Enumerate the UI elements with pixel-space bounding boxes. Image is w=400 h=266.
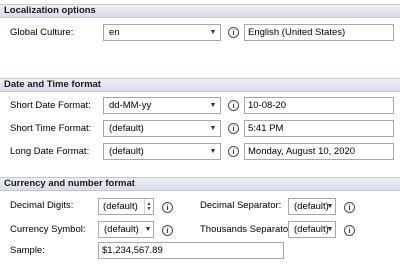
sample-label: Sample: — [10, 245, 45, 256]
info-icon[interactable]: i — [228, 123, 239, 134]
global-culture-dropdown[interactable]: en ▼ — [103, 24, 221, 41]
short-time-label: Short Time Format: — [10, 123, 92, 134]
short-date-sample: 10-08-20 — [244, 97, 394, 114]
currency-symbol-value: (default) — [104, 224, 139, 235]
info-icon[interactable]: i — [228, 146, 239, 157]
chevron-down-icon: ▼ — [144, 226, 152, 233]
decimal-digits-label: Decimal Digits: — [10, 200, 74, 211]
section-header-datetime: Date and Time format — [0, 78, 400, 92]
thousands-separator-label: Thousands Separator: — [200, 224, 295, 235]
long-date-label: Long Date Format: — [10, 146, 90, 157]
short-time-sample: 5:41 PM — [244, 120, 394, 137]
sample-value: $1,234,567.89 — [98, 242, 284, 259]
info-icon[interactable]: i — [344, 202, 355, 213]
spin-buttons[interactable]: ▲ ▼ — [144, 199, 153, 214]
decimal-separator-value: (default) — [294, 201, 329, 212]
thousands-separator-value: (default) — [294, 224, 329, 235]
decimal-digits-stepper[interactable]: (default) ▲ ▼ — [98, 198, 154, 215]
short-date-label: Short Date Format: — [10, 100, 91, 111]
decimal-separator-label: Decimal Separator: — [200, 200, 282, 211]
chevron-down-icon: ▼ — [209, 29, 217, 36]
short-date-value: dd-MM-yy — [109, 100, 152, 111]
chevron-down-icon: ▼ — [209, 148, 217, 155]
long-date-value: (default) — [109, 146, 144, 157]
info-icon[interactable]: i — [228, 100, 239, 111]
decimal-digits-value: (default) — [103, 201, 138, 212]
chevron-down-icon: ▼ — [326, 226, 334, 233]
section-header-currency: Currency and number format — [0, 177, 400, 191]
currency-symbol-label: Currency Symbol: — [10, 224, 86, 235]
info-icon[interactable]: i — [344, 225, 355, 236]
long-date-dropdown[interactable]: (default) ▼ — [103, 143, 221, 160]
section-header-localization: Localization options — [0, 4, 400, 18]
long-date-sample: Monday, August 10, 2020 — [244, 143, 394, 160]
info-icon[interactable]: i — [162, 225, 173, 236]
currency-symbol-dropdown[interactable]: (default) ▼ — [98, 221, 154, 238]
chevron-down-icon: ▼ — [326, 203, 334, 210]
chevron-down-icon[interactable]: ▼ — [147, 206, 152, 212]
short-time-value: (default) — [109, 123, 144, 134]
global-culture-display: English (United States) — [244, 24, 394, 41]
short-time-dropdown[interactable]: (default) ▼ — [103, 120, 221, 137]
global-culture-value: en — [109, 27, 120, 38]
info-icon[interactable]: i — [162, 202, 173, 213]
chevron-down-icon: ▼ — [209, 102, 217, 109]
short-date-dropdown[interactable]: dd-MM-yy ▼ — [103, 97, 221, 114]
info-icon[interactable]: i — [228, 27, 239, 38]
chevron-down-icon: ▼ — [209, 125, 217, 132]
global-culture-label: Global Culture: — [10, 27, 74, 38]
decimal-separator-dropdown[interactable]: (default) ▼ — [288, 198, 336, 215]
thousands-separator-dropdown[interactable]: (default) ▼ — [288, 221, 336, 238]
